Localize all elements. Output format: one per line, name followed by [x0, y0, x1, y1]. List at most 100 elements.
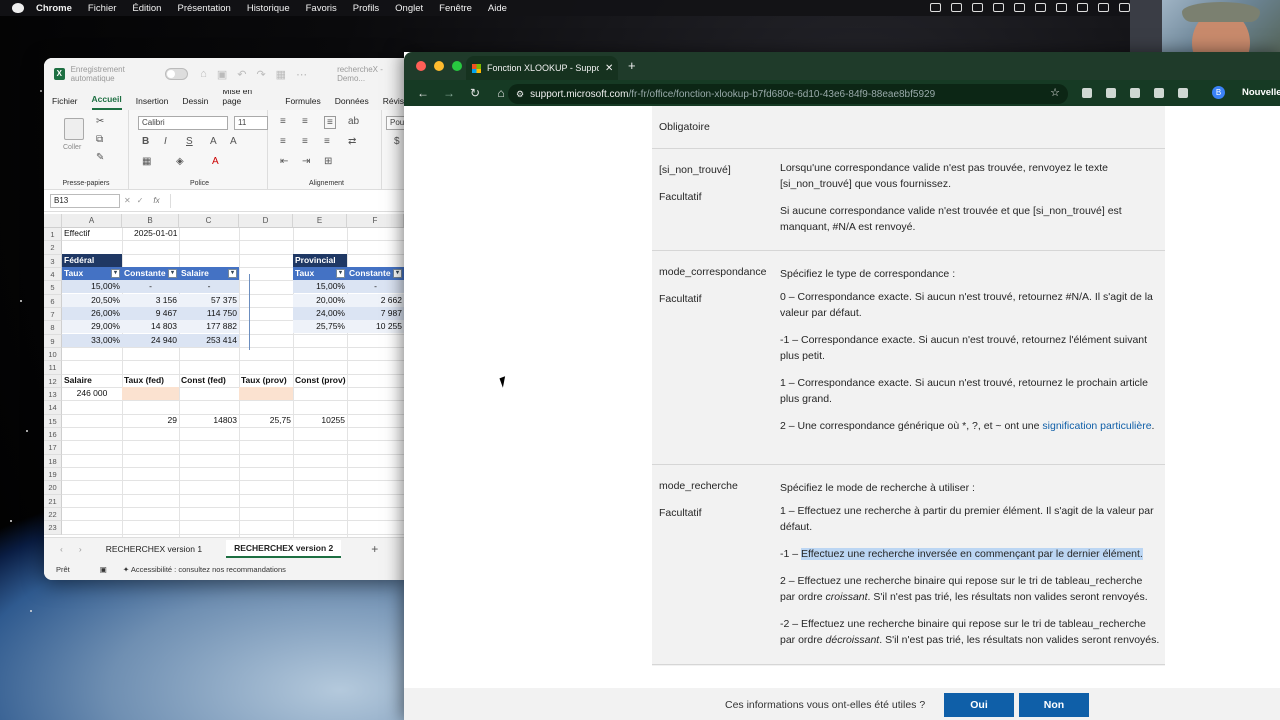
new-version-button[interactable]: Nouvelle — [1242, 87, 1280, 98]
row-header[interactable]: 16 — [44, 427, 62, 442]
macro-icon[interactable]: ▣ — [100, 565, 107, 574]
reload-icon[interactable]: ↻ — [468, 86, 482, 100]
row-header[interactable]: 8 — [44, 321, 62, 335]
cell-c6[interactable]: 57 375 — [179, 294, 239, 308]
cell-c12[interactable]: Const (fed) — [179, 374, 239, 387]
copy-icon[interactable]: ⧉ — [96, 134, 103, 145]
display-icon[interactable] — [1056, 3, 1067, 12]
ribbon-tab-fichier[interactable]: Fichier — [52, 96, 78, 110]
row-header[interactable]: 10 — [44, 347, 62, 362]
underline-icon[interactable]: S — [186, 136, 193, 147]
extension-gear-icon[interactable] — [1130, 88, 1140, 98]
cell-a9[interactable]: 33,00% — [62, 334, 122, 348]
cell-a3[interactable]: Fédéral — [62, 254, 122, 268]
indent-decrease-icon[interactable]: ⇤ — [280, 156, 288, 167]
cell-b9[interactable]: 24 940 — [122, 334, 179, 348]
align-center-icon[interactable]: ≡ — [302, 136, 308, 147]
more-icon[interactable]: ⋯ — [296, 68, 307, 81]
row-header[interactable]: 9 — [44, 334, 62, 348]
accessibility-status[interactable]: ✦ Accessibilité : consultez nos recomman… — [123, 565, 286, 574]
row-header[interactable]: 22 — [44, 507, 62, 522]
cell-b7[interactable]: 9 467 — [122, 307, 179, 321]
shrink-font-icon[interactable]: A — [230, 136, 237, 147]
minimize-window-icon[interactable] — [434, 61, 444, 71]
fill-color-icon[interactable]: ◈ — [176, 156, 184, 167]
cell-a5[interactable]: 15,00% — [62, 280, 122, 294]
cell-e8[interactable]: 25,75% — [293, 320, 347, 334]
name-box[interactable]: B13 — [50, 193, 120, 208]
cell-e12[interactable]: Const (prov) — [293, 374, 347, 387]
close-window-icon[interactable] — [416, 61, 426, 71]
menu-fichier[interactable]: Fichier — [88, 3, 117, 14]
filter-dropdown-icon[interactable]: ▾ — [111, 269, 120, 278]
cell-d15[interactable]: 25,75 — [239, 414, 293, 427]
menu-onglet[interactable]: Onglet — [395, 3, 423, 14]
address-bar[interactable]: ⚙ support.microsoft.com/fr-fr/office/fon… — [508, 84, 1068, 104]
sheet-prev-icon[interactable]: ‹ — [60, 544, 63, 554]
row-header[interactable]: 11 — [44, 361, 62, 375]
maximize-window-icon[interactable] — [452, 61, 462, 71]
row-header[interactable]: 13 — [44, 387, 62, 402]
cloud-icon[interactable] — [930, 3, 941, 12]
align-left-icon[interactable]: ≡ — [280, 136, 286, 147]
row-header[interactable]: 15 — [44, 414, 62, 428]
close-tab-icon[interactable]: ✕ — [605, 63, 613, 74]
extension-sheets-icon[interactable] — [1106, 88, 1116, 98]
row-header[interactable]: 17 — [44, 441, 62, 455]
format-painter-icon[interactable]: ✎ — [96, 152, 104, 163]
cell-b4[interactable]: Constante ▾ — [122, 267, 179, 281]
back-icon[interactable]: ← — [416, 86, 430, 100]
cell-c8[interactable]: 177 882 — [179, 320, 239, 334]
bold-icon[interactable]: B — [142, 136, 149, 147]
play-icon[interactable] — [1077, 3, 1088, 12]
signification-link[interactable]: signification particulière — [1042, 420, 1151, 432]
cell-f7[interactable]: 7 987 — [347, 307, 404, 321]
borders-icon[interactable]: ▦ — [142, 156, 151, 167]
row-header[interactable]: 1 — [44, 228, 62, 242]
app-s-icon[interactable] — [1035, 3, 1046, 12]
cell-a7[interactable]: 26,00% — [62, 307, 122, 321]
cell-b12[interactable]: Taux (fed) — [122, 374, 179, 387]
sheet-tab-version-1[interactable]: RECHERCHEX version 1 — [98, 541, 210, 557]
filter-dropdown-icon[interactable]: ▾ — [228, 269, 237, 278]
column-header-d[interactable]: D — [239, 214, 293, 228]
cell-a12[interactable]: Salaire — [62, 374, 122, 387]
font-name-select[interactable]: Calibri — [138, 116, 228, 130]
fx-icon[interactable]: fx — [153, 196, 159, 205]
feedback-yes-button[interactable]: Oui — [944, 693, 1014, 717]
currency-icon[interactable]: $ — [394, 136, 400, 147]
cell-b8[interactable]: 14 803 — [122, 320, 179, 334]
row-header[interactable]: 5 — [44, 281, 62, 295]
column-header-a[interactable]: A — [62, 214, 122, 228]
row-header[interactable]: 20 — [44, 481, 62, 495]
clock-icon[interactable] — [1098, 3, 1109, 12]
cell-c15[interactable]: 14803 — [179, 414, 239, 427]
feedback-no-button[interactable]: Non — [1019, 693, 1089, 717]
merge-icon[interactable]: ⊞ — [324, 156, 332, 167]
ribbon-tab-accueil[interactable]: Accueil — [91, 94, 122, 110]
row-header[interactable]: 14 — [44, 401, 62, 415]
cell-b15[interactable]: 29 — [122, 414, 179, 427]
ribbon-tab-revision[interactable]: Révis — [383, 96, 404, 110]
row-header[interactable]: 4 — [44, 267, 62, 282]
row-header[interactable]: 2 — [44, 241, 62, 255]
cell-b1[interactable]: 2025-01-01 — [132, 227, 189, 240]
new-tab-icon[interactable]: + — [628, 58, 636, 73]
wrap-text-icon[interactable]: ⇄ — [348, 136, 356, 147]
row-header[interactable]: 3 — [44, 254, 62, 268]
cell-a8[interactable]: 29,00% — [62, 320, 122, 334]
cell-a4[interactable]: Taux ▾ — [62, 267, 122, 281]
cell-f4[interactable]: Constante ▾ — [347, 267, 404, 281]
italic-icon[interactable]: I — [164, 136, 167, 147]
cell-b13[interactable] — [122, 387, 179, 401]
browser-tab[interactable]: Fonction XLOOKUP - Support ✕ — [466, 56, 618, 80]
align-right-icon[interactable]: ≡ — [324, 136, 330, 147]
cell-f5[interactable]: - — [347, 280, 404, 294]
font-color-icon[interactable]: A — [212, 156, 219, 167]
row-header[interactable]: 18 — [44, 454, 62, 468]
align-top-icon[interactable]: ≡ — [280, 116, 286, 127]
confirm-icon[interactable]: ✓ — [137, 196, 144, 205]
cube-icon[interactable] — [993, 3, 1004, 12]
cell-e15[interactable]: 10255 — [293, 414, 347, 427]
cell-c4[interactable]: Salaire ▾ — [179, 267, 239, 281]
